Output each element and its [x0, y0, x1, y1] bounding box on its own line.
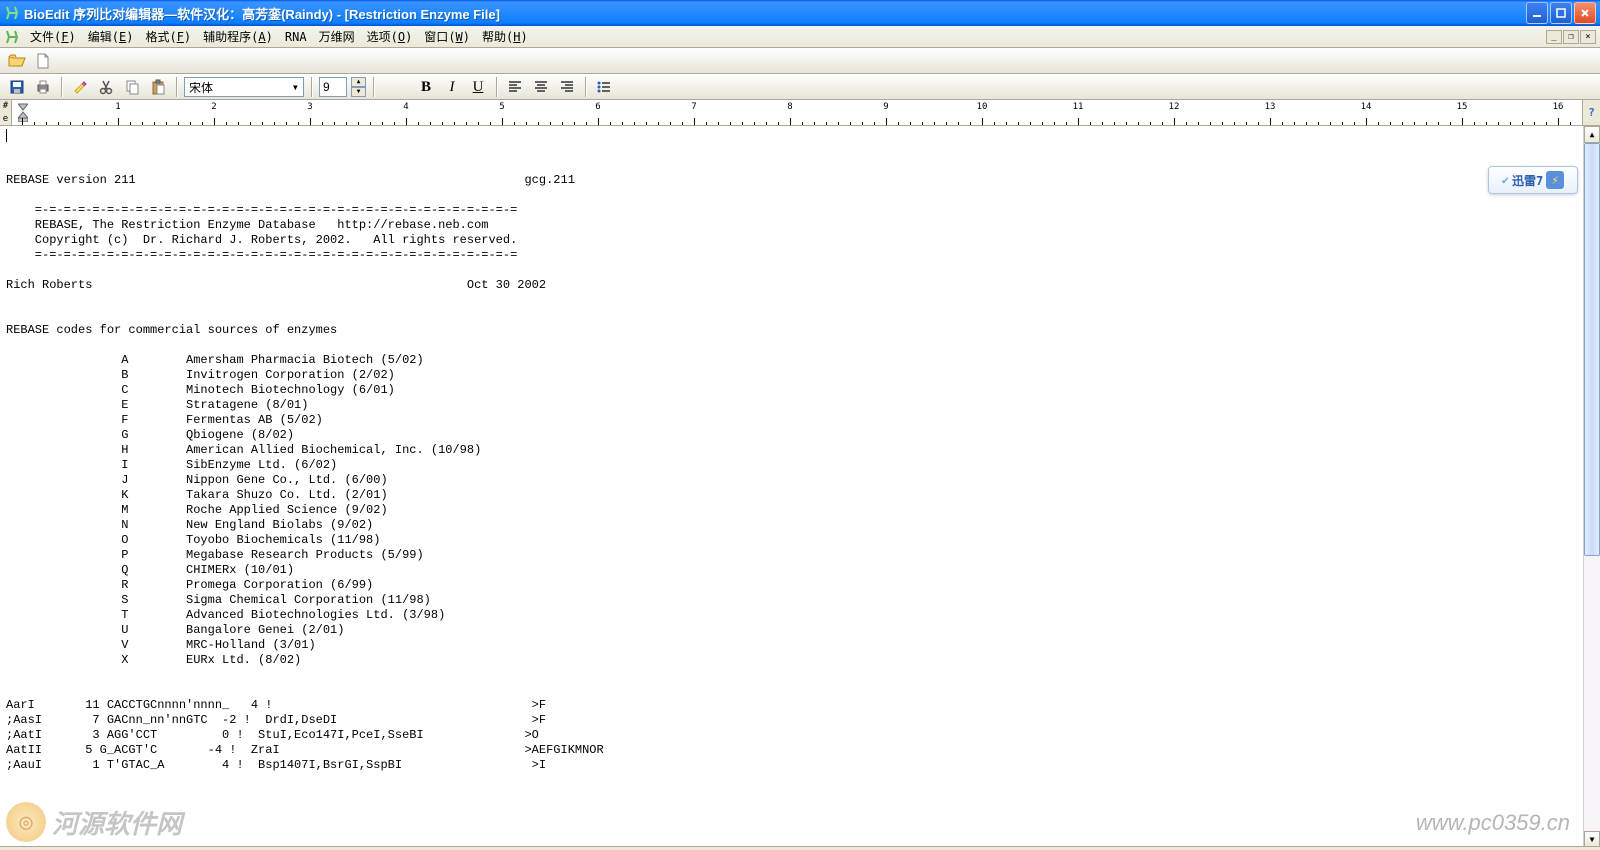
ruler-left-gutter: # e	[0, 100, 12, 125]
ruler-track[interactable]: 12345678910111213141516	[12, 100, 1582, 125]
content-area: REBASE version 211 gcg.211 =-=-=-=-=-=-=…	[0, 126, 1600, 848]
scroll-track[interactable]	[1584, 143, 1600, 831]
indent-marker-icon[interactable]	[18, 100, 28, 122]
bold-button[interactable]: B	[415, 76, 437, 98]
menu-format[interactable]: 格式(F)	[139, 26, 197, 47]
check-icon: ✔	[1502, 173, 1509, 187]
highlight-button[interactable]	[69, 76, 91, 98]
titlebar: BioEdit 序列比对编辑器—软件汉化：高芳銮(Raindy) - [Rest…	[0, 0, 1600, 26]
align-right-button[interactable]	[556, 76, 578, 98]
menu-accessory[interactable]: 辅助程序(A)	[197, 26, 279, 47]
doc-icon	[4, 29, 20, 45]
badge-label: 迅雷7	[1512, 172, 1543, 189]
xunlei-badge[interactable]: ✔ 迅雷7 ⚡	[1488, 166, 1578, 194]
cut-button[interactable]	[95, 76, 117, 98]
ruler: # e 12345678910111213141516 ?	[0, 100, 1600, 126]
scroll-thumb[interactable]	[1584, 143, 1600, 556]
mdi-restore-button[interactable]: ❐	[1563, 30, 1579, 44]
app-icon	[4, 5, 20, 21]
menu-help[interactable]: 帮助(H)	[476, 26, 534, 47]
menu-rna[interactable]: RNA	[279, 28, 313, 46]
new-button[interactable]	[32, 50, 54, 72]
dropdown-arrow-icon: ▾	[292, 80, 299, 94]
mdi-close-button[interactable]: ×	[1580, 30, 1596, 44]
align-center-button[interactable]	[530, 76, 552, 98]
italic-button[interactable]: I	[441, 76, 463, 98]
menu-options[interactable]: 选项(O)	[361, 26, 419, 47]
text-editor[interactable]: REBASE version 211 gcg.211 =-=-=-=-=-=-=…	[0, 126, 1583, 848]
status-bar	[0, 846, 1600, 850]
font-select[interactable]: 宋体 ▾	[184, 77, 304, 97]
font-name: 宋体	[189, 79, 213, 96]
underline-button[interactable]: U	[467, 76, 489, 98]
vertical-scrollbar[interactable]: ▲ ▼	[1583, 126, 1600, 848]
open-button[interactable]	[6, 50, 28, 72]
maximize-button[interactable]	[1550, 2, 1572, 24]
menu-edit[interactable]: 编辑(E)	[82, 26, 140, 47]
menu-window[interactable]: 窗口(W)	[418, 26, 476, 47]
align-left-button[interactable]	[504, 76, 526, 98]
mdi-controls: _ ❐ ×	[1546, 30, 1600, 44]
mdi-minimize-button[interactable]: _	[1546, 30, 1562, 44]
bolt-icon: ⚡	[1546, 171, 1564, 189]
font-size-input[interactable]	[319, 77, 347, 97]
window-title: BioEdit 序列比对编辑器—软件汉化：高芳銮(Raindy) - [Rest…	[24, 4, 1526, 23]
font-size-spinner[interactable]: ▲▼	[351, 77, 366, 97]
save-button[interactable]	[6, 76, 28, 98]
scroll-up-button[interactable]: ▲	[1584, 126, 1600, 143]
bullets-button[interactable]	[593, 76, 615, 98]
ruler-help-button[interactable]: ?	[1582, 100, 1600, 125]
print-button[interactable]	[32, 76, 54, 98]
window-controls	[1526, 2, 1596, 24]
copy-button[interactable]	[121, 76, 143, 98]
minimize-button[interactable]	[1526, 2, 1548, 24]
menu-web[interactable]: 万维网	[313, 26, 361, 47]
menubar: 文件(F) 编辑(E) 格式(F) 辅助程序(A) RNA 万维网 选项(O) …	[0, 26, 1600, 48]
menu-file[interactable]: 文件(F)	[24, 26, 82, 47]
toolbar-format: 宋体 ▾ ▲▼ B I U	[0, 74, 1600, 100]
paste-button[interactable]	[147, 76, 169, 98]
toolbar-file	[0, 48, 1600, 74]
text-cursor	[6, 129, 7, 142]
close-button[interactable]	[1574, 2, 1596, 24]
